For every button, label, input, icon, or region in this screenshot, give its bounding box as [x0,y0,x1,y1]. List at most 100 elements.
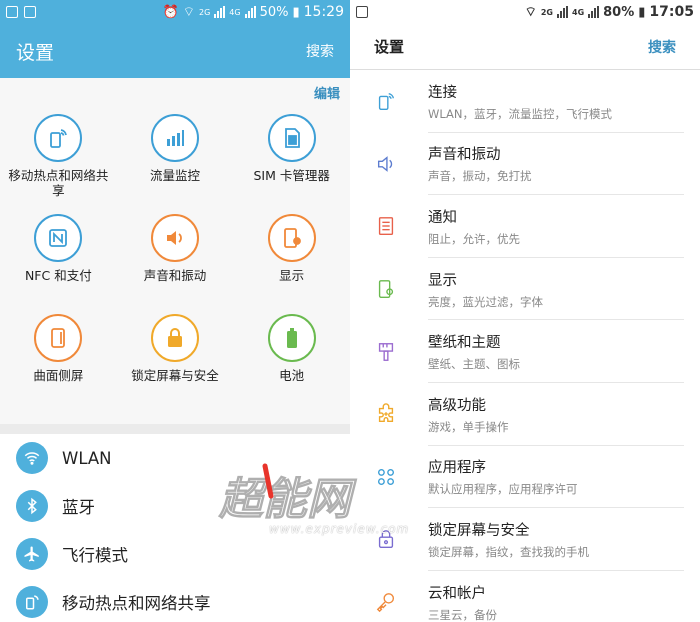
grid-item-data-usage[interactable]: 流量监控 [117,106,234,206]
page-title: 设置 [16,41,55,64]
data-usage-icon [150,114,199,162]
battery-icon [267,314,316,362]
status-bar: ⏰ ⌔ 2G 4G 50% ▮ 15:29 [0,0,350,24]
signal-icon [244,6,256,18]
item-subtitle: 游戏，单手操作 [428,419,509,434]
grid-item-label: SIM 卡管理器 [253,168,330,183]
airplane-icon [16,538,48,570]
item-title: 连接 [428,84,457,101]
apps-icon [374,465,398,489]
list-item-label: 移动热点和网络共享 [62,594,211,613]
brush-icon [374,340,398,364]
grid-item-label: 曲面侧屏 [33,368,84,383]
key-icon [374,590,398,614]
list-item-airplane-mode[interactable]: 飞行模式 [0,530,350,578]
lock-icon [150,314,199,362]
item-title: 通知 [428,209,457,226]
notification-icon [6,6,18,18]
grid-item-label: 显示 [279,268,305,283]
item-title: 壁纸和主题 [428,335,501,352]
settings-item-advanced-features[interactable]: 高级功能游戏，单手操作 [350,383,700,446]
grid-item-label: 移动热点和网络共享 [8,168,109,198]
list-item-wlan[interactable]: WLAN [0,434,350,482]
hotspot-icon [16,586,48,618]
grid-item-display[interactable]: 显示 [233,206,350,306]
sim-card-icon [267,114,316,162]
list-item-label: 飞行模式 [62,546,128,565]
speaker-icon [150,214,199,262]
list-item-label: 蓝牙 [62,498,95,517]
status-bar: ⌔ 2G 4G 80% ▮ 17:05 [350,0,700,24]
item-title: 锁定屏幕与安全 [428,522,530,539]
grid-item-battery[interactable]: 电池 [233,306,350,406]
grid-item-label: 流量监控 [149,168,200,183]
network-label-2g: 2G [198,7,211,17]
grid-item-edge-screen[interactable]: 曲面侧屏 [0,306,117,406]
item-title: 高级功能 [428,397,486,414]
signal-icon [557,6,568,18]
item-subtitle: WLAN，蓝牙，流量监控，飞行模式 [428,106,613,121]
item-subtitle: 锁定屏幕，指纹，查找我的手机 [428,544,589,559]
battery-icon: ▮ [292,4,300,20]
left-settings-panel: ⏰ ⌔ 2G 4G 50% ▮ 15:29 设置 搜索 编辑 移动热点和网络共享 [0,0,350,622]
search-button[interactable]: 搜索 [648,37,676,57]
grid-item-label: 电池 [279,368,305,383]
list-item-label: WLAN [62,448,112,468]
display-icon [374,277,398,301]
item-title: 声音和振动 [428,147,501,164]
grid-item-label: NFC 和支付 [24,268,92,283]
settings-item-applications[interactable]: 应用程序默认应用程序，应用程序许可 [350,446,700,509]
list-item-bluetooth[interactable]: 蓝牙 [0,482,350,530]
network-label-4g: 4G [572,7,585,17]
bluetooth-icon [16,490,48,522]
grid-item-sound[interactable]: 声音和振动 [117,206,234,306]
item-subtitle: 壁纸、主题、图标 [428,357,520,372]
settings-list: WLAN 蓝牙 飞行模式 移动热点和网络共享 [0,434,350,622]
item-subtitle: 默认应用程序，应用程序许可 [428,482,578,497]
settings-item-wallpaper-themes[interactable]: 壁纸和主题壁纸、主题、图标 [350,320,700,383]
item-subtitle: 三星云，备份 [428,607,497,622]
quick-settings-grid: 移动热点和网络共享 流量监控 SIM 卡管理器 NFC 和支付 声音和振动 显示… [0,106,350,424]
grid-item-hotspot[interactable]: 移动热点和网络共享 [0,106,117,206]
grid-item-label: 锁定屏幕与安全 [131,368,219,383]
notification-icon [374,214,398,238]
item-subtitle: 声音，振动，免打扰 [428,169,532,184]
right-settings-panel: ⌔ 2G 4G 80% ▮ 17:05 设置 搜索 连接 WLAN，蓝牙，流量监控… [350,0,700,622]
notification-icon [24,6,36,18]
network-label-4g: 4G [229,7,241,17]
search-button[interactable]: 搜索 [306,41,334,61]
settings-item-lock-screen[interactable]: 锁定屏幕与安全锁定屏幕，指纹，查找我的手机 [350,508,700,571]
settings-item-notifications[interactable]: 通知 阻止，允许，优先 [350,195,700,258]
item-title: 云和帐户 [428,585,486,602]
puzzle-icon [374,402,398,426]
wifi-icon: ⌔ [182,5,195,20]
settings-item-display[interactable]: 显示亮度，蓝光过滤，字体 [350,258,700,321]
item-title: 应用程序 [428,460,486,477]
settings-item-cloud-accounts[interactable]: 云和帐户三星云，备份 [350,571,700,622]
display-icon [267,214,316,262]
section-divider [0,424,350,434]
connections-icon [374,89,398,113]
settings-item-connections[interactable]: 连接 WLAN，蓝牙，流量监控，飞行模式 [350,70,700,133]
item-title: 显示 [428,272,457,289]
edge-screen-icon [34,314,83,362]
grid-item-nfc[interactable]: NFC 和支付 [0,206,117,306]
page-title: 设置 [374,38,405,56]
settings-item-sound[interactable]: 声音和振动声音，振动，免打扰 [350,133,700,196]
item-subtitle: 亮度，蓝光过滤，字体 [428,294,543,309]
battery-percent: 50% [259,4,289,20]
list-item-hotspot[interactable]: 移动热点和网络共享 [0,578,350,622]
grid-item-label: 声音和振动 [143,268,207,283]
nfc-icon [34,214,83,262]
wifi-icon [16,442,48,474]
app-header: 设置 搜索 [350,24,700,70]
edit-button[interactable]: 编辑 [314,83,340,102]
signal-icon [214,6,226,18]
notification-icon [356,6,368,18]
grid-item-lock-screen[interactable]: 锁定屏幕与安全 [117,306,234,406]
lock-icon [374,527,398,551]
signal-icon [588,6,600,18]
grid-item-sim-manager[interactable]: SIM 卡管理器 [233,106,350,206]
hotspot-icon [34,114,83,162]
clock: 15:29 [303,4,344,20]
